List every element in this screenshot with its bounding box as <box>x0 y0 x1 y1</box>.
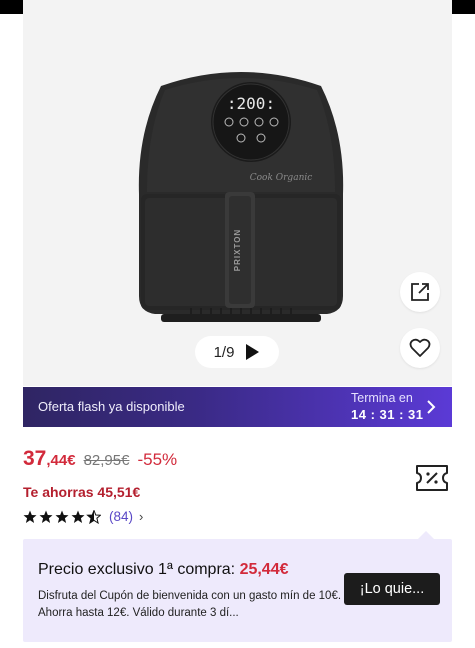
chevron-right-icon[interactable] <box>426 399 436 415</box>
current-price: 37,44€ <box>23 447 76 471</box>
claim-coupon-button[interactable]: ¡Lo quie... <box>344 573 440 605</box>
discount-badge: -55% <box>137 450 178 469</box>
current-price-cents: ,44€ <box>46 452 76 469</box>
pager-count: 1/9 <box>213 343 235 361</box>
share-button[interactable] <box>400 272 440 312</box>
promo-title-prefix: Precio exclusivo 1ª compra: <box>38 561 240 578</box>
heart-icon <box>409 338 431 357</box>
flash-timer: 14 : 31 : 31 <box>351 407 424 422</box>
product-image[interactable]: :200: Cook Organic PRIXTON <box>131 64 351 326</box>
svg-text::200:: :200: <box>227 94 275 113</box>
rating-count[interactable]: (84) <box>109 509 133 524</box>
promo-title: Precio exclusivo 1ª compra: 25,44€ <box>38 561 289 579</box>
flash-countdown: Termina en 14 : 31 : 31 <box>351 391 424 422</box>
status-bar-left <box>0 0 24 14</box>
flash-ends-label: Termina en <box>351 391 413 405</box>
status-bar-right <box>451 0 475 14</box>
star-rating <box>23 509 101 523</box>
savings-text: Te ahorras 45,51€ <box>23 484 141 500</box>
flash-sale-label: Oferta flash ya disponible <box>38 399 185 414</box>
current-price-main: 37 <box>23 447 47 470</box>
star-icon <box>55 510 69 523</box>
first-purchase-promo: Precio exclusivo 1ª compra: 25,44€ Disfr… <box>23 539 452 642</box>
share-icon <box>411 283 429 301</box>
svg-text:PRIXTON: PRIXTON <box>233 229 242 271</box>
promo-price: 25,44€ <box>239 561 289 578</box>
old-price: 82,95€ <box>83 452 130 469</box>
svg-text:Cook Organic: Cook Organic <box>250 173 313 183</box>
gallery-pager[interactable]: 1/9 <box>195 336 279 368</box>
promo-pointer <box>418 531 434 539</box>
promo-description: Disfruta del Cupón de bienvenida con un … <box>38 590 342 619</box>
chevron-right-icon: › <box>139 509 144 524</box>
price-row: 37,44€ 82,95€ -55% <box>23 447 177 473</box>
star-icon <box>71 510 85 523</box>
flash-sale-banner[interactable]: Oferta flash ya disponible Termina en 14… <box>23 387 452 427</box>
star-half-icon <box>87 509 101 523</box>
coupon-icon[interactable] <box>415 463 449 493</box>
star-icon <box>23 510 37 523</box>
rating-summary[interactable]: (84) › <box>23 509 143 524</box>
play-icon[interactable] <box>244 343 260 361</box>
favorite-button[interactable] <box>400 328 440 368</box>
product-gallery[interactable]: :200: Cook Organic PRIXTON 1/9 <box>23 0 452 386</box>
star-icon <box>39 510 53 523</box>
